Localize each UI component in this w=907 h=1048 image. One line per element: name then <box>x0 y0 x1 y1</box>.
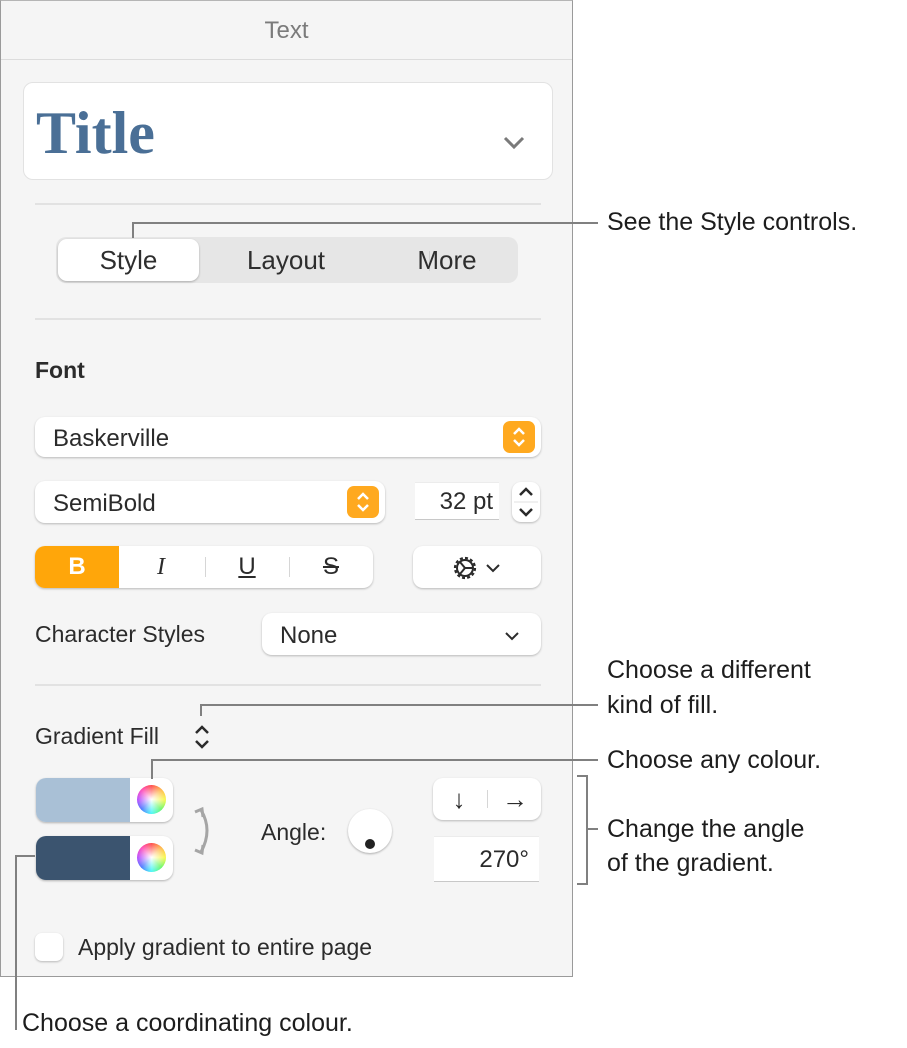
callout-style-controls: See the Style controls. <box>607 208 858 236</box>
paragraph-style-name: Title <box>36 100 155 166</box>
leader-line <box>15 855 17 1030</box>
vertical-direction-button[interactable]: ↓ <box>433 778 485 820</box>
callout-fill-kind-line1: Choose a different <box>607 656 811 684</box>
apply-entire-page-checkbox[interactable] <box>35 933 63 961</box>
typeface-popup[interactable]: SemiBold <box>35 481 385 523</box>
horizontal-direction-button[interactable]: → <box>489 778 541 820</box>
gear-icon <box>453 556 477 580</box>
bracket-line <box>577 883 587 885</box>
panel-title: Text <box>1 1 572 60</box>
font-size-field[interactable]: 32 pt <box>415 482 499 520</box>
callout-angle-line2: of the gradient. <box>607 849 774 877</box>
color-1-fill[interactable] <box>36 778 130 822</box>
up-down-chevron-icon <box>195 725 209 749</box>
font-family-popup[interactable]: Baskerville <box>35 417 541 457</box>
advanced-options-button[interactable] <box>413 546 541 588</box>
typeface-value: SemiBold <box>53 490 156 517</box>
stepper-arrows-icon <box>514 487 538 517</box>
italic-button[interactable]: I <box>119 546 203 588</box>
callout-fill-kind-line2: kind of fill. <box>607 691 719 719</box>
tab-bar: Style Layout More <box>56 237 518 283</box>
bracket-line <box>586 828 598 830</box>
fill-type-label: Gradient Fill <box>35 723 159 749</box>
bold-button[interactable]: B <box>35 546 119 588</box>
leader-line <box>151 759 598 761</box>
gradient-color-2-well[interactable] <box>36 836 173 880</box>
separator <box>487 790 488 808</box>
color-2-fill[interactable] <box>36 836 130 880</box>
up-down-stepper-icon <box>347 486 379 518</box>
color-wheel-icon[interactable] <box>137 843 166 872</box>
angle-label: Angle: <box>261 819 327 845</box>
chevron-down-icon <box>503 136 525 150</box>
apply-entire-page-label: Apply gradient to entire page <box>78 934 373 960</box>
angle-knob <box>365 839 375 849</box>
character-styles-value: None <box>280 622 338 649</box>
leader-line <box>15 855 35 857</box>
swap-colors-icon[interactable] <box>193 806 219 856</box>
divider <box>35 318 541 320</box>
chevron-down-icon <box>486 564 500 573</box>
gradient-color-1-well[interactable] <box>36 778 173 822</box>
divider <box>35 203 541 205</box>
bracket-line <box>586 775 588 885</box>
character-styles-popup[interactable]: None <box>262 613 541 655</box>
leader-line <box>151 759 153 779</box>
underline-button[interactable]: U <box>205 546 289 588</box>
text-format-buttons: B I U S <box>35 546 373 588</box>
callout-angle-line1: Change the angle <box>607 815 805 843</box>
gradient-direction-buttons: ↓ → <box>433 778 541 820</box>
font-section-heading: Font <box>35 357 85 383</box>
callout-any-colour: Choose any colour. <box>607 746 822 774</box>
font-size-stepper[interactable] <box>512 482 540 522</box>
chevron-down-icon <box>505 632 519 641</box>
leader-line <box>132 222 134 238</box>
leader-line <box>200 704 598 706</box>
strikethrough-button[interactable]: S <box>289 546 373 588</box>
fill-type-popup[interactable]: Gradient Fill <box>35 721 225 753</box>
font-family-value: Baskerville <box>53 425 170 452</box>
paragraph-style-picker[interactable]: Title <box>23 82 553 180</box>
up-down-stepper-icon <box>503 421 535 453</box>
leader-line <box>132 222 598 224</box>
tab-style[interactable]: Style <box>58 239 199 281</box>
angle-field[interactable]: 270° <box>434 836 539 882</box>
tab-layout[interactable]: Layout <box>211 237 361 283</box>
tab-more[interactable]: More <box>376 237 518 283</box>
text-format-panel: Text Title Style Layout More Font Basker… <box>0 0 573 977</box>
character-styles-label: Character Styles <box>35 621 206 647</box>
angle-dial[interactable] <box>348 809 392 853</box>
divider <box>35 684 541 686</box>
color-wheel-icon[interactable] <box>137 785 166 814</box>
callout-coordinating-colour: Choose a coordinating colour. <box>22 1009 353 1037</box>
